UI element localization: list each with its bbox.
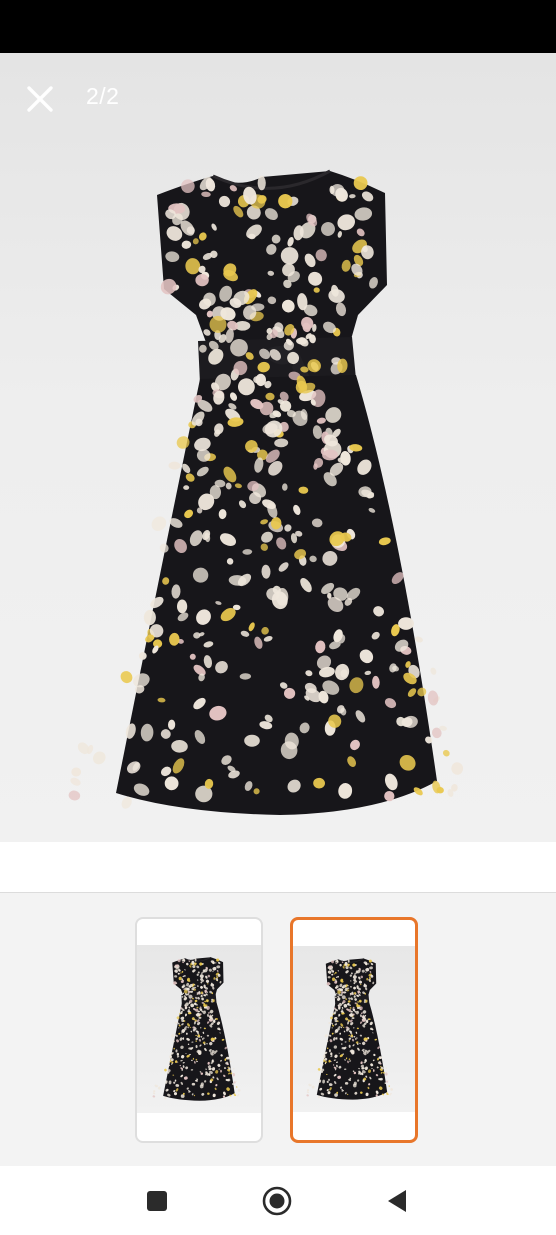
status-bar — [0, 0, 556, 53]
system-nav-bar — [0, 1166, 556, 1235]
close-icon[interactable] — [20, 79, 60, 119]
circle-home-icon[interactable] — [260, 1184, 294, 1218]
thumbnail-dress-image — [152, 956, 241, 1102]
thumbnail-dress-image — [306, 958, 394, 1100]
dress-image[interactable] — [0, 53, 556, 842]
spacer — [0, 842, 556, 892]
image-viewer[interactable]: 2/2 — [0, 53, 556, 842]
thumbnail-1[interactable] — [135, 917, 263, 1143]
thumbnail-strip — [0, 892, 556, 1167]
thumbnail-2[interactable] — [290, 917, 418, 1143]
image-counter: 2/2 — [86, 83, 120, 109]
triangle-back-icon[interactable] — [381, 1184, 415, 1218]
square-recents-icon[interactable] — [140, 1184, 174, 1218]
